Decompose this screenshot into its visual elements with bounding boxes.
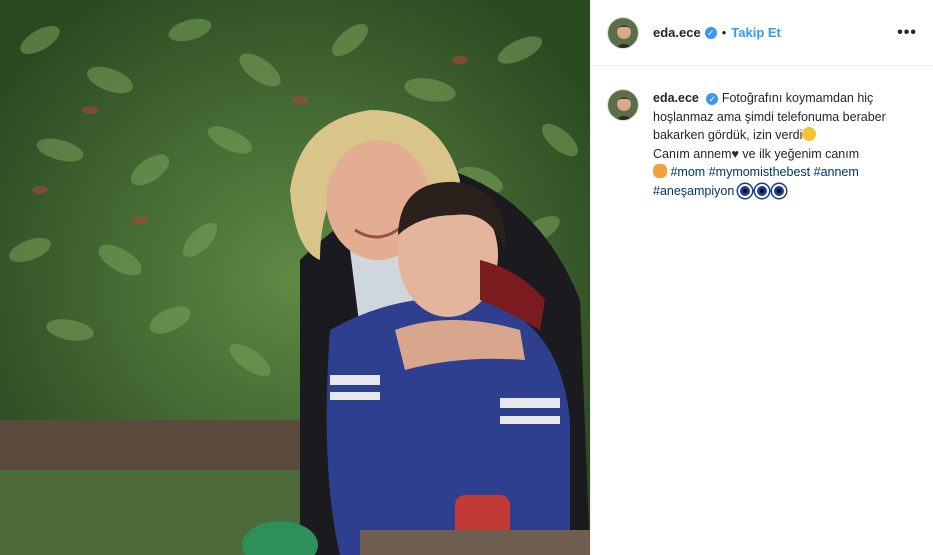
- hashtag-mom[interactable]: #mom: [670, 165, 705, 179]
- profile-picture-icon: [608, 17, 638, 48]
- post-photo[interactable]: [0, 0, 590, 555]
- cat-emoji-icon: [653, 164, 667, 178]
- evil-eye-icon: [754, 183, 769, 198]
- more-options-icon[interactable]: •••: [897, 24, 917, 42]
- header-username[interactable]: eda.ece: [653, 25, 701, 40]
- caption-comment: eda.ece ✓ Fotoğrafını koymamdan hiç hoşl…: [591, 66, 933, 200]
- caption-line-2b: ve ilk yeğenim canım: [742, 146, 860, 161]
- post-header: eda.ece ✓ • Takip Et •••: [591, 0, 933, 66]
- caption-avatar[interactable]: [607, 89, 639, 121]
- verified-badge-icon: ✓: [704, 26, 717, 39]
- caption-username[interactable]: eda.ece: [653, 91, 699, 105]
- evil-eye-icon: [737, 183, 752, 198]
- post-side-panel: eda.ece ✓ • Takip Et ••• eda.ece ✓ Fotoğ…: [590, 0, 933, 555]
- hashtag-annem[interactable]: #annem: [814, 165, 859, 179]
- profile-picture-icon: [608, 90, 638, 120]
- heart-icon: ♥: [731, 146, 739, 161]
- hashtag-mymomisthebest[interactable]: #mymomisthebest: [709, 165, 810, 179]
- caption-line-2a: Canım annem: [653, 146, 732, 161]
- avatar[interactable]: [607, 16, 639, 49]
- header-separator: •: [721, 25, 727, 40]
- hashtag-anesampiyon[interactable]: #aneşampiyon: [653, 184, 734, 198]
- verified-badge-icon: ✓: [706, 92, 719, 105]
- photo-mother-and-child: [0, 0, 590, 555]
- evil-eye-icon: [771, 183, 786, 198]
- follow-button[interactable]: Takip Et: [731, 25, 781, 40]
- caption-text: eda.ece ✓ Fotoğrafını koymamdan hiç hoşl…: [653, 89, 903, 200]
- grin-emoji-icon: [802, 127, 817, 141]
